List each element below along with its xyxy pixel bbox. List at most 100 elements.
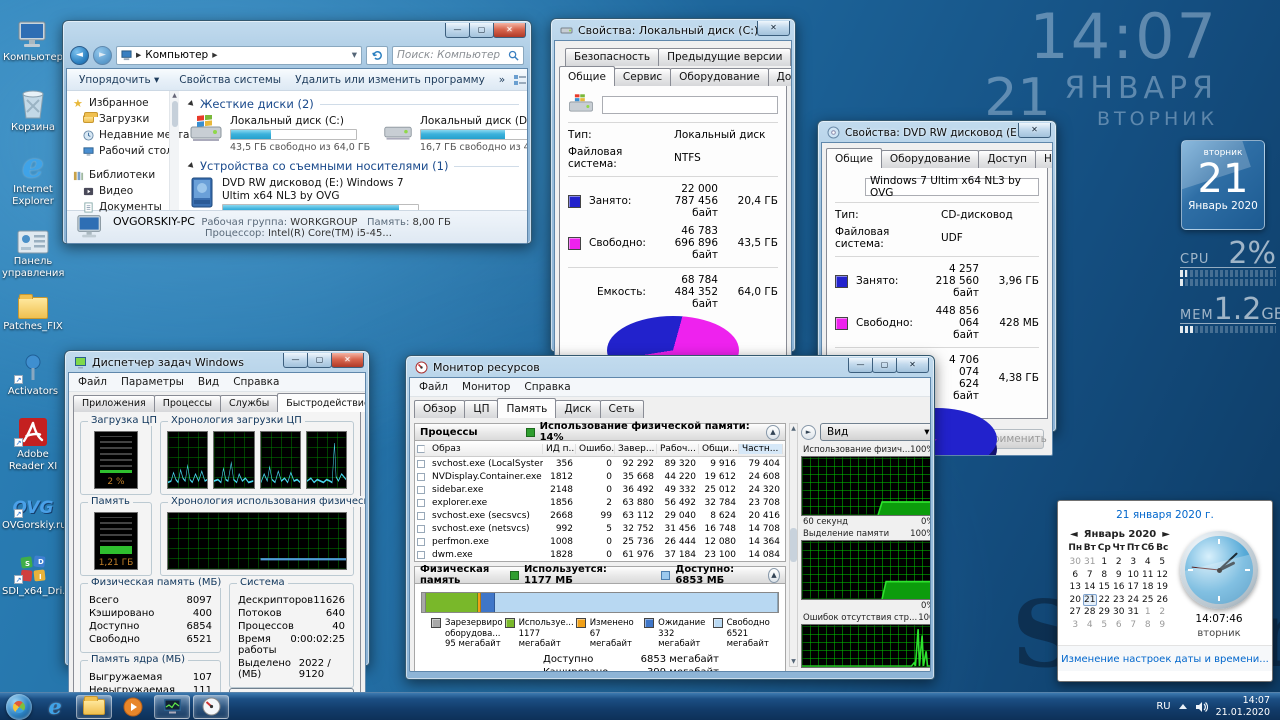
- menu-options[interactable]: Параметры: [114, 374, 191, 390]
- start-button[interactable]: [6, 694, 32, 720]
- process-row[interactable]: svchost.exe (netsvcs)992532 75231 45616 …: [415, 522, 785, 535]
- taskbar-taskmgr-button[interactable]: [154, 695, 190, 719]
- minimize-button[interactable]: —: [283, 353, 308, 368]
- tab-hardware[interactable]: Оборудование: [670, 68, 769, 86]
- tab-access[interactable]: Доступ: [978, 150, 1036, 168]
- tab-access[interactable]: Доступ: [768, 68, 792, 86]
- calendar-day[interactable]: 26: [1155, 594, 1170, 607]
- calendar-day[interactable]: 2: [1155, 606, 1170, 619]
- forward-button[interactable]: ►: [93, 46, 112, 65]
- dialog-titlebar[interactable]: Свойства: DVD RW дисковод (E:) Windows 7…: [821, 121, 1053, 142]
- sidebar-item-downloads[interactable]: Загрузки: [73, 111, 169, 127]
- tab-overview[interactable]: Обзор: [414, 400, 465, 418]
- menu-file[interactable]: Файл: [71, 374, 114, 390]
- resmon-titlebar[interactable]: Монитор ресурсов — ▢ ✕: [409, 356, 931, 377]
- process-checkbox[interactable]: [417, 473, 425, 481]
- volume-label-input[interactable]: Windows 7 Ultim x64 NL3 by OVG: [865, 178, 1039, 196]
- calendar-day[interactable]: 1: [1097, 556, 1112, 569]
- calendar-day[interactable]: 15: [1097, 581, 1112, 594]
- dialog-titlebar[interactable]: Свойства: Локальный диск (C:) ✕: [554, 19, 792, 40]
- drive-item-d[interactable]: Локальный диск (D:) 16,7 ГБ свободно из …: [383, 115, 527, 153]
- tab-general[interactable]: Общие: [559, 66, 615, 86]
- menu-file[interactable]: Файл: [412, 379, 455, 395]
- calendar-day[interactable]: 27: [1068, 606, 1083, 619]
- tab-processes[interactable]: Процессы: [154, 395, 221, 412]
- maximize-button[interactable]: ▢: [307, 353, 332, 368]
- calendar-day[interactable]: 13: [1068, 581, 1083, 594]
- cpu-meter-gadget[interactable]: CPU2%: [1180, 240, 1276, 286]
- calendar-day[interactable]: 9: [1155, 619, 1170, 632]
- desktop-icon-control-panel[interactable]: Панель управления: [2, 220, 64, 279]
- calendar-day-selected[interactable]: 21: [1083, 594, 1098, 607]
- maximize-button[interactable]: ▢: [469, 23, 494, 38]
- sidebar-item-libraries[interactable]: Библиотеки: [73, 167, 169, 183]
- system-properties-button[interactable]: Свойства системы: [173, 72, 287, 88]
- show-hidden-icons-button[interactable]: [1179, 704, 1187, 709]
- tab-performance[interactable]: Быстродействие: [277, 393, 366, 412]
- calendar-day[interactable]: 4: [1141, 556, 1156, 569]
- calendar-day[interactable]: 30: [1068, 556, 1083, 569]
- calendar-day[interactable]: 31: [1083, 556, 1098, 569]
- process-checkbox[interactable]: [417, 486, 425, 494]
- calendar-day[interactable]: 2: [1112, 556, 1127, 569]
- next-month-button[interactable]: ►: [1162, 529, 1170, 540]
- calendar-day[interactable]: 6: [1112, 619, 1127, 632]
- taskbar-resmon-button[interactable]: [193, 695, 229, 719]
- calendar-day[interactable]: 19: [1155, 581, 1170, 594]
- prev-month-button[interactable]: ◄: [1070, 529, 1078, 540]
- sidebar-item-video[interactable]: Видео: [73, 183, 169, 199]
- select-all-checkbox[interactable]: [417, 445, 425, 453]
- calendar-day[interactable]: 4: [1083, 619, 1098, 632]
- calendar-day[interactable]: 6: [1068, 569, 1083, 582]
- close-button[interactable]: ✕: [331, 353, 364, 368]
- process-row[interactable]: NVDisplay.Container.exe1812035 66844 220…: [415, 470, 785, 483]
- sidebar-item-documents[interactable]: Документы: [73, 199, 169, 215]
- collapse-chevron-icon[interactable]: ▲: [766, 425, 780, 440]
- process-row[interactable]: svchost.exe (secsvcs)26689963 11229 0408…: [415, 509, 785, 522]
- tab-settings[interactable]: Настройка: [1035, 150, 1053, 168]
- taskbar-wmp-button[interactable]: [115, 695, 151, 719]
- calendar-day[interactable]: 9: [1112, 569, 1127, 582]
- views-button[interactable]: ▾: [513, 74, 528, 86]
- process-row[interactable]: sidebar.exe2148036 49249 33225 01224 320: [415, 483, 785, 496]
- calendar-day[interactable]: 1: [1141, 606, 1156, 619]
- desktop-icon-computer[interactable]: Компьютер: [2, 16, 64, 64]
- menu-help[interactable]: Справка: [226, 374, 286, 390]
- process-row[interactable]: svchost.exe (LocalSystemNet...356092 292…: [415, 457, 785, 470]
- minimize-button[interactable]: —: [445, 23, 470, 38]
- desktop-icon-internet-explorer[interactable]: e Internet Explorer: [2, 148, 64, 207]
- drive-item-c[interactable]: Локальный диск (C:) 43,5 ГБ свободно из …: [189, 115, 357, 153]
- calendar-day[interactable]: 7: [1126, 619, 1141, 632]
- calendar-day[interactable]: 17: [1126, 581, 1141, 594]
- calendar-day[interactable]: 14: [1083, 581, 1098, 594]
- process-row[interactable]: perfmon.exe1008025 73626 44412 08014 364: [415, 535, 785, 548]
- volume-label-input[interactable]: [602, 96, 778, 114]
- sidebar-item-favorites[interactable]: ★Избранное: [73, 95, 169, 111]
- menu-help[interactable]: Справка: [517, 379, 577, 395]
- desktop-icon-patches-fix[interactable]: Patches_FIX: [2, 285, 64, 333]
- calendar-day[interactable]: 28: [1083, 606, 1098, 619]
- minimize-button[interactable]: —: [848, 358, 873, 373]
- calendar-day[interactable]: 12: [1155, 569, 1170, 582]
- calendar-day[interactable]: 24: [1126, 594, 1141, 607]
- toolbar-overflow[interactable]: »: [493, 72, 511, 88]
- process-checkbox[interactable]: [417, 551, 425, 559]
- explorer-titlebar[interactable]: — ▢ ✕: [66, 21, 528, 42]
- calendar-day[interactable]: 16: [1112, 581, 1127, 594]
- back-button[interactable]: ◄: [70, 46, 89, 65]
- close-button[interactable]: ✕: [1018, 123, 1051, 138]
- address-field[interactable]: ▸Компьютер▸ ▾: [116, 46, 362, 65]
- uninstall-button[interactable]: Удалить или изменить программу: [289, 72, 491, 88]
- tab-disk[interactable]: Диск: [555, 400, 600, 418]
- tab-general[interactable]: Общие: [826, 148, 882, 168]
- tab-applications[interactable]: Приложения: [73, 395, 155, 412]
- volume-icon[interactable]: [1195, 701, 1208, 713]
- tab-security[interactable]: Безопасность: [565, 48, 659, 66]
- process-checkbox[interactable]: [417, 538, 425, 546]
- calendar-day[interactable]: 23: [1112, 594, 1127, 607]
- sidebar-scrollbar[interactable]: ▲: [169, 91, 179, 210]
- tab-cpu[interactable]: ЦП: [464, 400, 498, 418]
- collapse-chevron-icon[interactable]: ▲: [768, 568, 780, 583]
- tab-previous-versions[interactable]: Предыдущие версии: [658, 48, 791, 66]
- process-checkbox[interactable]: [417, 499, 425, 507]
